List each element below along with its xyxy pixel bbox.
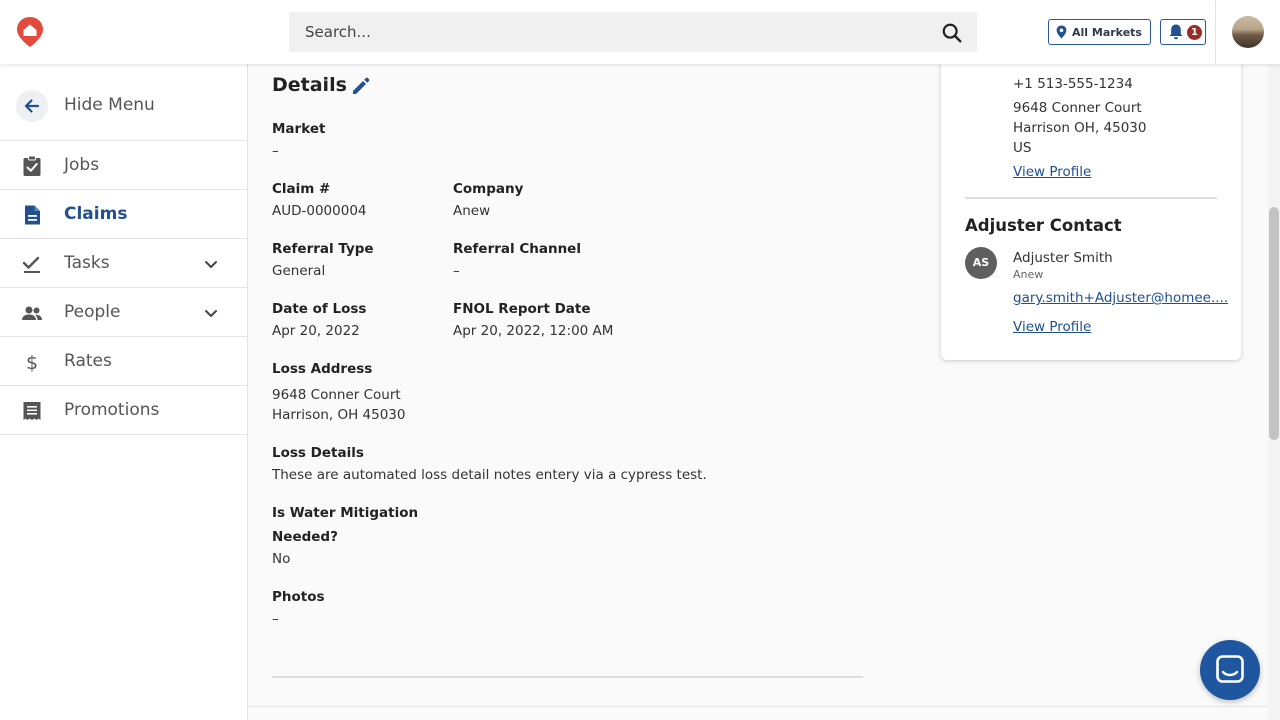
date-of-loss-label: Date of Loss [272,301,367,317]
company-value: Anew [453,203,491,219]
all-markets-button[interactable]: All Markets [1048,19,1151,45]
company-label: Company [453,181,524,197]
fnol-report-date-label: FNOL Report Date [453,301,591,317]
claim-number-label: Claim # [272,181,331,197]
all-markets-label: All Markets [1072,25,1142,39]
hide-menu-button[interactable]: Hide Menu [0,64,248,141]
adjuster-company: Anew [1013,268,1044,281]
loss-details-label: Loss Details [272,445,364,461]
adjuster-view-profile-link[interactable]: View Profile [1013,319,1091,335]
sidebar-item-people-label: People [64,302,121,322]
loss-address-line1: 9648 Conner Court [272,387,401,403]
contact-address-line3: US [1013,140,1032,156]
chevron-down-icon[interactable] [202,255,220,273]
photos-label: Photos [272,589,325,605]
market-label: Market [272,121,326,137]
sidebar-item-claims-label: Claims [64,204,128,224]
page-divider [248,706,1268,707]
checkmark-icon [22,256,40,273]
referral-type-value: General [272,263,326,279]
hide-menu-label: Hide Menu [64,95,155,115]
notification-badge: 1 [1187,25,1202,40]
document-icon [25,205,40,225]
chat-button[interactable] [1200,640,1260,700]
sidebar-item-claims[interactable]: Claims [0,190,248,239]
people-icon [22,306,42,320]
loss-details-value: These are automated loss detail notes en… [272,467,707,483]
adjuster-name: Adjuster Smith [1013,250,1113,266]
sidebar-item-promotions[interactable]: Promotions [0,386,248,435]
user-avatar[interactable] [1232,16,1264,48]
card-divider [965,197,1217,199]
adjuster-avatar: AS [965,247,997,279]
sidebar-item-rates-label: Rates [64,351,112,371]
date-of-loss-value: Apr 20, 2022 [272,323,360,339]
chevron-down-icon[interactable] [202,304,220,322]
section-divider [272,676,863,678]
sidebar-item-jobs-label: Jobs [64,155,100,175]
back-arrow-button[interactable] [16,90,48,122]
fnol-report-date-value: Apr 20, 2022, 12:00 AM [453,323,614,339]
sidebar-item-tasks-label: Tasks [64,253,110,273]
svg-text:$: $ [26,352,38,373]
logo-icon[interactable] [16,16,44,48]
contacts-card: +1 513-555-1234 9648 Conner Court Harris… [941,40,1241,360]
contact-address-line1: 9648 Conner Court [1013,100,1142,116]
market-value: – [272,143,279,159]
search-bar [289,12,977,52]
header-divider [1215,0,1216,64]
arrow-back-icon [24,99,40,113]
photos-value: – [272,611,279,627]
location-pin-icon [1056,25,1067,39]
top-bar: All Markets 1 [0,0,1280,64]
scrollbar-thumb[interactable] [1269,207,1279,440]
water-mitigation-label-line2: Needed? [272,529,338,545]
contact-address-line2: Harrison OH, 45030 [1013,120,1147,136]
water-mitigation-label-line1: Is Water Mitigation [272,505,419,521]
chat-icon [1216,655,1244,683]
adjuster-contact-heading: Adjuster Contact [965,216,1122,235]
search-icon[interactable] [941,22,963,44]
clipboard-check-icon [23,155,41,176]
notifications-button[interactable]: 1 [1160,19,1206,45]
sidebar: Hide Menu Jobs Claims Tasks People $ Rat… [0,64,248,720]
referral-type-label: Referral Type [272,241,374,257]
referral-channel-label: Referral Channel [453,241,581,257]
bell-icon [1169,24,1183,40]
sidebar-item-people[interactable]: People [0,288,248,337]
sidebar-item-rates[interactable]: $ Rates [0,337,248,386]
claim-number-value: AUD-0000004 [272,203,367,219]
loss-address-line2: Harrison, OH 45030 [272,407,406,423]
receipt-icon [23,402,41,420]
dollar-icon: $ [26,352,38,373]
contact-phone: +1 513-555-1234 [1013,76,1133,92]
search-input[interactable] [305,12,925,52]
contact-view-profile-link[interactable]: View Profile [1013,164,1091,180]
sidebar-item-promotions-label: Promotions [64,400,160,420]
adjuster-email-link[interactable]: gary.smith+Adjuster@homee.... [1013,290,1228,306]
details-heading: Details [272,74,347,96]
pencil-icon[interactable] [350,75,372,97]
loss-address-label: Loss Address [272,361,373,377]
water-mitigation-value: No [272,551,291,567]
referral-channel-value: – [453,263,460,279]
sidebar-item-jobs[interactable]: Jobs [0,141,248,190]
sidebar-item-tasks[interactable]: Tasks [0,239,248,288]
